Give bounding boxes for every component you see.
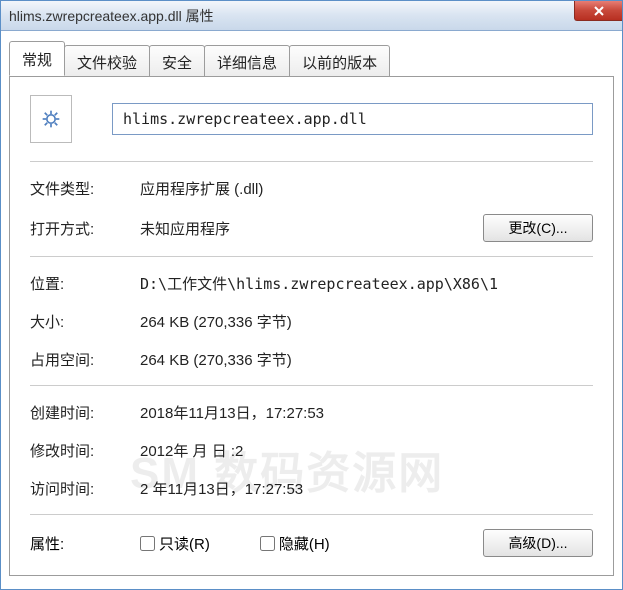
gear-icon: [41, 109, 61, 129]
openwith-row: 打开方式: 未知应用程序 更改(C)...: [30, 214, 593, 242]
created-row: 创建时间: 2018年11月13日，17:27:53: [30, 400, 593, 424]
created-value: 2018年11月13日，17:27:53: [140, 402, 593, 423]
separator: [30, 385, 593, 386]
readonly-label: 只读(R): [159, 533, 210, 554]
filetype-row: 文件类型: 应用程序扩展 (.dll): [30, 176, 593, 200]
created-label: 创建时间:: [30, 402, 140, 423]
sizeondisk-value: 264 KB (270,336 字节): [140, 349, 593, 370]
filetype-label: 文件类型:: [30, 178, 140, 199]
readonly-checkbox-wrap[interactable]: 只读(R): [140, 533, 210, 554]
filetype-value: 应用程序扩展 (.dll): [140, 178, 593, 199]
accessed-value: 2 年11月13日，17:27:53: [140, 478, 593, 499]
tab-details[interactable]: 详细信息: [204, 45, 290, 77]
advanced-button[interactable]: 高级(D)...: [483, 529, 593, 557]
separator: [30, 514, 593, 515]
modified-label: 修改时间:: [30, 440, 140, 461]
file-icon: [30, 95, 72, 143]
tab-previous-versions[interactable]: 以前的版本: [289, 45, 390, 77]
hidden-checkbox-wrap[interactable]: 隐藏(H): [260, 533, 330, 554]
openwith-label: 打开方式:: [30, 218, 140, 239]
titlebar[interactable]: hlims.zwrepcreateex.app.dll 属性: [1, 1, 622, 31]
tab-security[interactable]: 安全: [149, 45, 205, 77]
separator: [30, 256, 593, 257]
properties-window: hlims.zwrepcreateex.app.dll 属性 常规 文件校验 安…: [0, 0, 623, 590]
window-title: hlims.zwrepcreateex.app.dll 属性: [9, 6, 214, 26]
tabstrip: 常规 文件校验 安全 详细信息 以前的版本: [9, 41, 614, 76]
size-value: 264 KB (270,336 字节): [140, 311, 593, 332]
tab-file-check[interactable]: 文件校验: [64, 45, 150, 77]
close-button[interactable]: [574, 1, 622, 21]
close-icon: [593, 5, 605, 17]
location-value: D:\工作文件\hlims.zwrepcreateex.app\X86\1: [140, 273, 593, 294]
accessed-row: 访问时间: 2 年11月13日，17:27:53: [30, 476, 593, 500]
modified-row: 修改时间: 2012年 月 日 :2: [30, 438, 593, 462]
modified-value: 2012年 月 日 :2: [140, 440, 593, 461]
tab-content: 文件类型: 应用程序扩展 (.dll) 打开方式: 未知应用程序 更改(C)..…: [9, 76, 614, 576]
tab-general[interactable]: 常规: [9, 41, 65, 76]
separator: [30, 161, 593, 162]
attributes-row: 属性: 只读(R) 隐藏(H) 高级(D)...: [30, 529, 593, 557]
size-row: 大小: 264 KB (270,336 字节): [30, 309, 593, 333]
location-row: 位置: D:\工作文件\hlims.zwrepcreateex.app\X86\…: [30, 271, 593, 295]
hidden-checkbox[interactable]: [260, 536, 275, 551]
sizeondisk-row: 占用空间: 264 KB (270,336 字节): [30, 347, 593, 371]
hidden-label: 隐藏(H): [279, 533, 330, 554]
filename-input[interactable]: [112, 103, 593, 135]
attributes-label: 属性:: [30, 533, 140, 554]
location-label: 位置:: [30, 273, 140, 294]
size-label: 大小:: [30, 311, 140, 332]
accessed-label: 访问时间:: [30, 478, 140, 499]
filename-row: [30, 95, 593, 143]
sizeondisk-label: 占用空间:: [30, 349, 140, 370]
change-button[interactable]: 更改(C)...: [483, 214, 593, 242]
readonly-checkbox[interactable]: [140, 536, 155, 551]
openwith-value: 未知应用程序: [140, 218, 483, 239]
window-body: 常规 文件校验 安全 详细信息 以前的版本: [1, 31, 622, 576]
